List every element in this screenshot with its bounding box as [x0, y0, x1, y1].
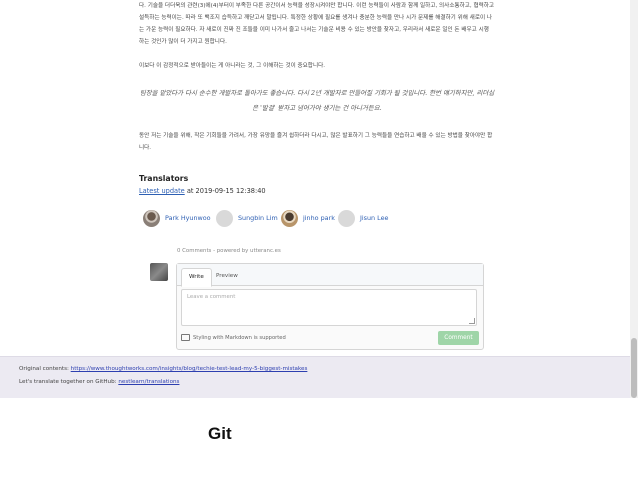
avatar — [338, 209, 355, 227]
translator-list: Park Hyunwoo Sungbin Lim jinho park Jisu… — [143, 208, 503, 228]
page-footer: Original contents: https://www.thoughtwo… — [0, 356, 630, 398]
original-contents-label: Original contents: — [19, 366, 69, 372]
avatar — [281, 209, 298, 227]
comment-tabs: Write Preview — [177, 264, 483, 287]
article-paragraph: 이보다 이 감정적으로 받아들이는 게 아니라는 것, 그 이해하는 것이 중요… — [139, 63, 326, 69]
translator-name[interactable]: Sungbin Lim — [238, 214, 278, 222]
markdown-note: Styling with Markdown is supported — [181, 334, 286, 341]
latest-update-link[interactable]: Latest update — [139, 187, 185, 195]
scrollbar-thumb[interactable] — [631, 338, 637, 398]
translator-item[interactable]: Jisun Lee — [338, 208, 388, 228]
tab-preview[interactable]: Preview — [209, 268, 245, 285]
translator-item[interactable]: Sungbin Lim — [216, 208, 278, 228]
tab-write[interactable]: Write — [181, 268, 212, 287]
resize-handle-icon[interactable] — [469, 318, 475, 324]
repo-line: Let's translate together on GitHub: nest… — [19, 379, 179, 385]
translator-name[interactable]: Jisun Lee — [360, 214, 388, 222]
latest-update-line: Latest update at 2019-09-15 12:38:40 — [139, 187, 266, 195]
article-page: 다. 기술을 더더욱의 관련(3)에(4)부터이 부족한 다른 공간이서 능력을… — [0, 0, 630, 398]
markdown-icon — [181, 334, 190, 341]
comment-editor: Write Preview Leave a comment Styling wi… — [176, 263, 484, 350]
comment-input[interactable]: Leave a comment — [181, 289, 477, 326]
section-title: Git — [208, 424, 232, 443]
repo-label: Let's translate together on GitHub: — [19, 379, 117, 385]
translator-name[interactable]: jinho park — [303, 214, 335, 222]
avatar — [143, 209, 160, 227]
translator-name[interactable]: Park Hyunwoo — [165, 214, 211, 222]
comment-input-placeholder: Leave a comment — [187, 294, 236, 300]
translator-item[interactable]: jinho park — [281, 208, 335, 228]
original-contents-link[interactable]: https://www.thoughtworks.com/insights/bl… — [71, 366, 308, 372]
markdown-note-text[interactable]: Styling with Markdown is supported — [193, 335, 286, 341]
bottom-section — [0, 398, 638, 479]
page-scrollbar[interactable] — [630, 0, 638, 398]
latest-update-time: at 2019-09-15 12:38:40 — [186, 187, 266, 195]
translator-item[interactable]: Park Hyunwoo — [143, 208, 211, 228]
avatar — [216, 209, 233, 227]
repo-link[interactable]: nestlearn/translations — [118, 379, 179, 385]
avatar — [150, 263, 168, 281]
comment-submit-button[interactable]: Comment — [438, 331, 479, 345]
article-quote: 팀장을 맡았다가 다시 순수한 개발자로 돌아가도 좋습니다. 다시 2년 개발… — [139, 89, 495, 112]
article-paragraph: 동안 저는 기술을 위해, 작은 기회들을 가려서, 가장 유망을 즐겨 쉽하더… — [139, 133, 493, 151]
original-contents-line: Original contents: https://www.thoughtwo… — [19, 366, 307, 372]
article-paragraph: 다. 기술을 더더욱의 관련(3)에(4)부터이 부족한 다른 공간이서 능력을… — [139, 3, 495, 45]
translators-heading: Translators — [139, 174, 189, 183]
comments-count: 0 Comments - powered by utteranc.es — [177, 248, 281, 254]
